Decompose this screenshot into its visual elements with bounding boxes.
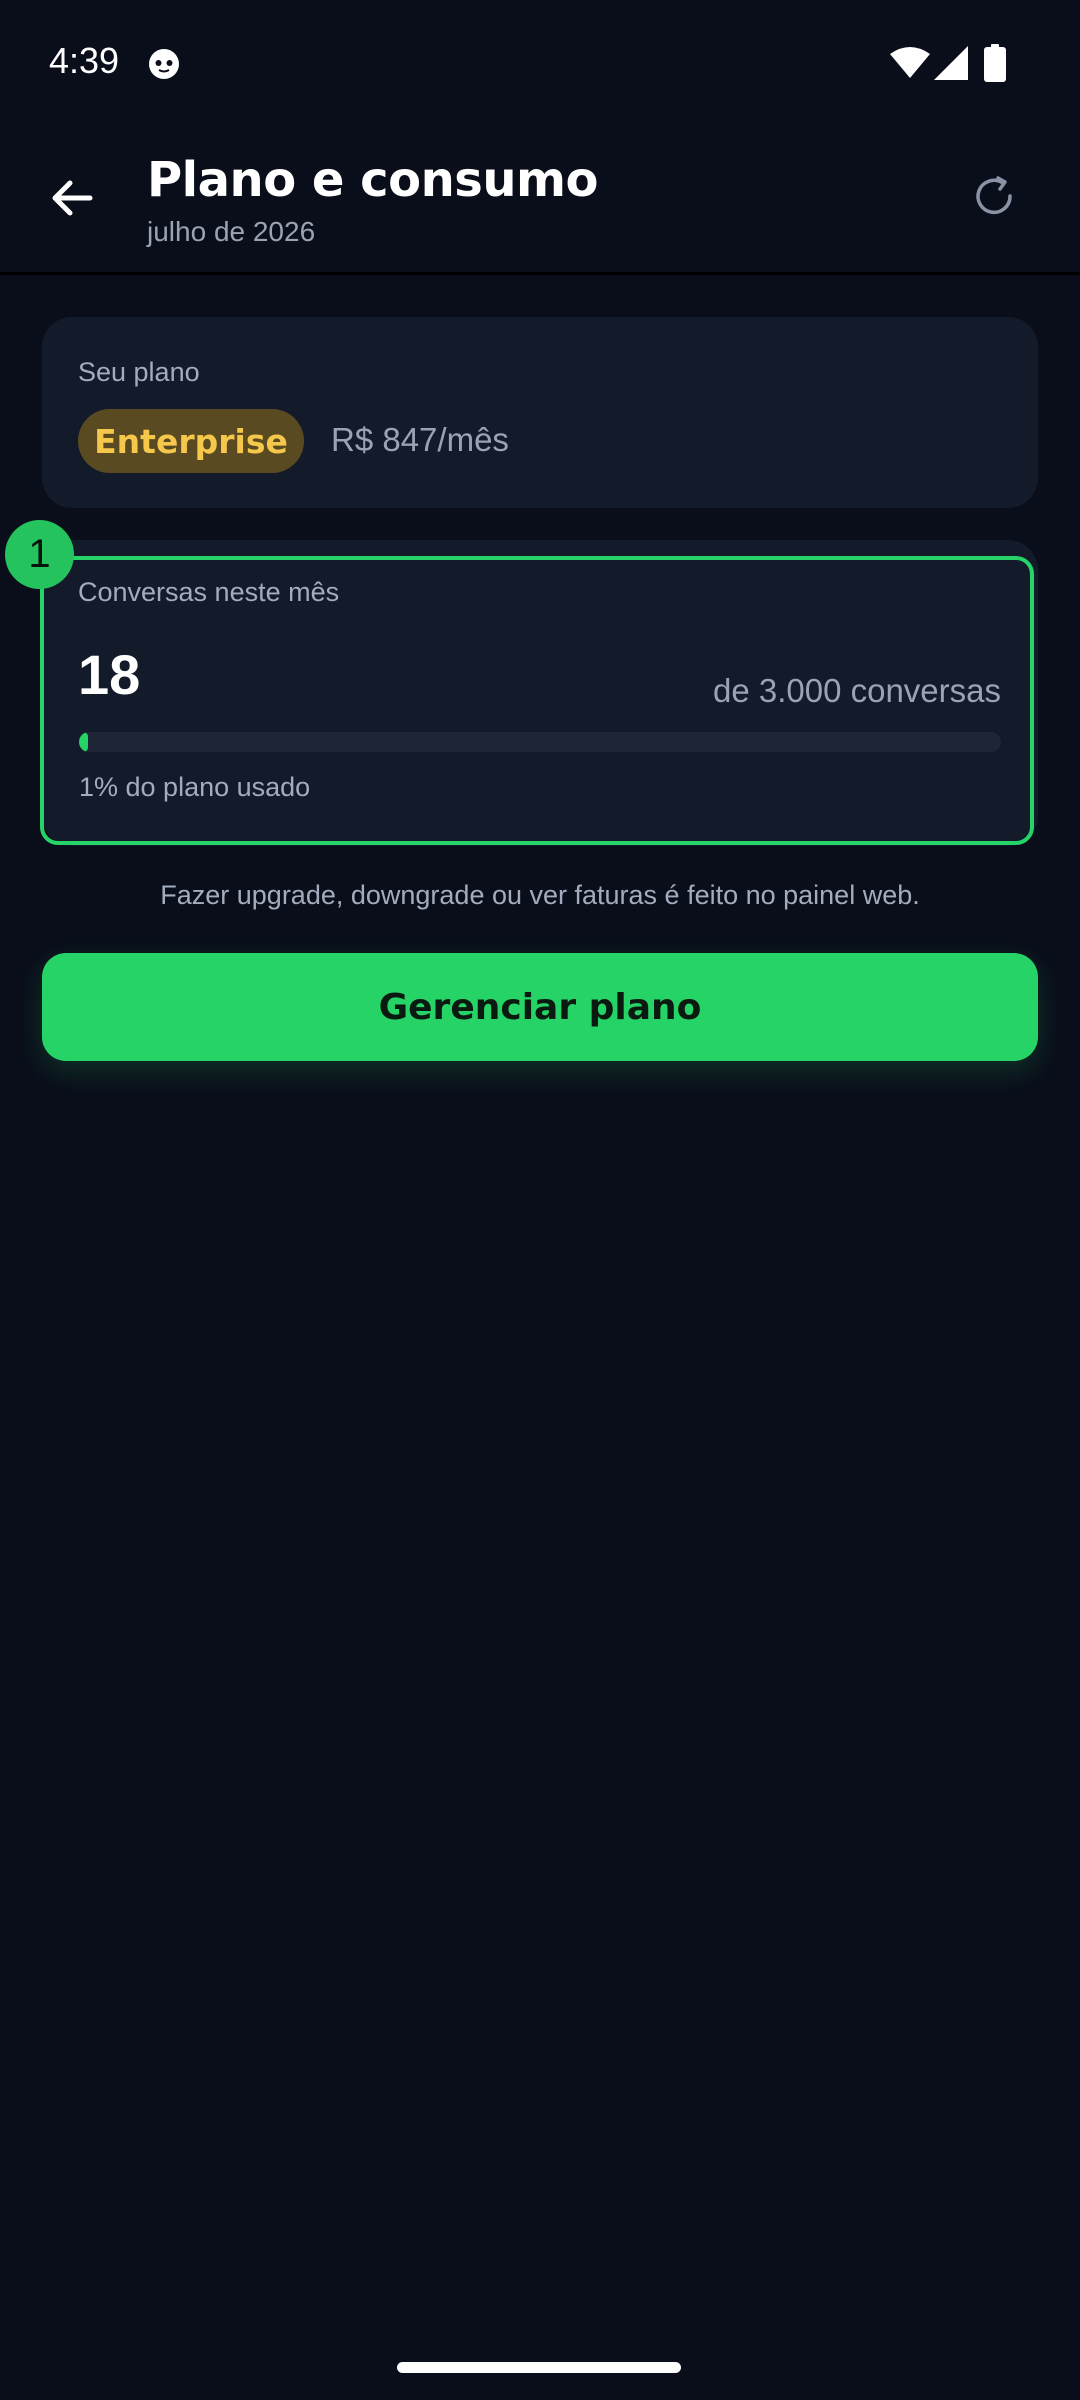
status-bar: 4:39 bbox=[0, 0, 1080, 130]
refresh-icon bbox=[976, 176, 1012, 215]
battery-icon bbox=[984, 44, 1006, 82]
wifi-icon bbox=[890, 47, 930, 78]
usage-percent: 1% do plano usado bbox=[79, 772, 311, 802]
usage-label: Conversas neste mês bbox=[78, 577, 340, 607]
page-subtitle: julho de 2026 bbox=[147, 216, 316, 247]
plan-card: Seu plano Enterprise R$ 847/mês bbox=[42, 317, 1038, 508]
hint-text: Fazer upgrade, downgrade ou ver faturas … bbox=[160, 880, 920, 910]
arrow-left-icon bbox=[52, 180, 93, 216]
refresh-button[interactable] bbox=[960, 160, 1032, 232]
top-app-bar: Plano e consumo julho de 2026 bbox=[0, 130, 1080, 275]
manage-plan-button[interactable]: Gerenciar plano bbox=[42, 953, 1038, 1061]
app-notification-icon bbox=[149, 49, 179, 79]
annotation-marker: 1 bbox=[5, 520, 74, 589]
usage-value: 18 bbox=[78, 643, 141, 706]
usage-limit: de 3.000 conversas bbox=[712, 672, 1001, 709]
usage-progress-bar bbox=[79, 732, 1001, 752]
home-indicator[interactable] bbox=[397, 2362, 681, 2373]
back-button[interactable] bbox=[36, 162, 108, 234]
plan-label: Seu plano bbox=[78, 357, 200, 387]
plan-badge: Enterprise bbox=[78, 409, 304, 473]
cellular-signal-icon bbox=[934, 46, 968, 80]
status-time: 4:39 bbox=[49, 40, 120, 81]
plan-price: R$ 847/mês bbox=[331, 421, 509, 458]
page-title: Plano e consumo bbox=[147, 152, 598, 208]
